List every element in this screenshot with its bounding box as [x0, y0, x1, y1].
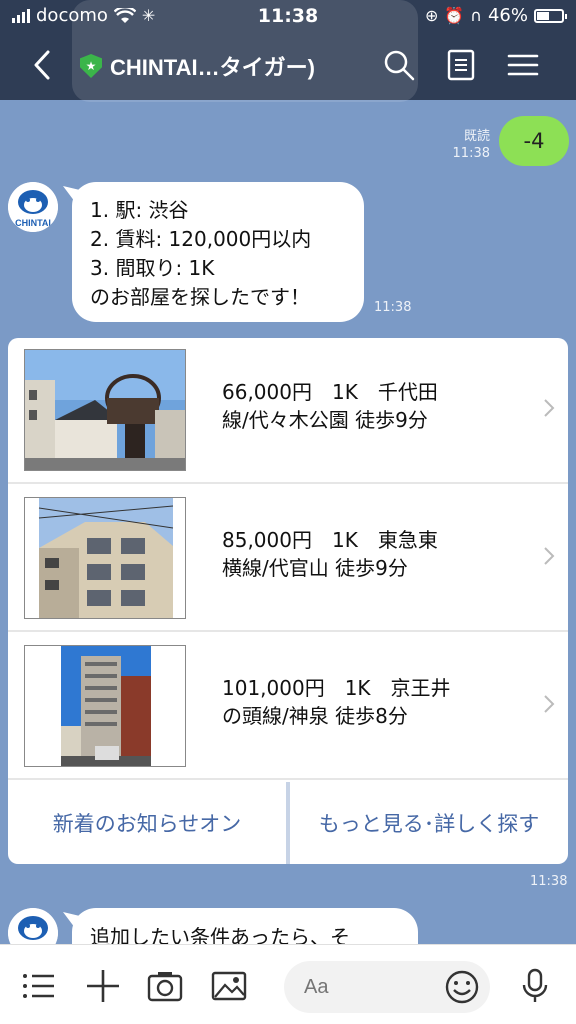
menu-icon[interactable] [506, 48, 540, 82]
notify-on-button[interactable]: 新着のお知らせオン [8, 782, 290, 864]
listing-photo [24, 645, 186, 767]
bot-message-line: 追加したい条件あったら、そ [90, 925, 350, 944]
listing-item[interactable]: 66,000円 1K 千代田 線/代々木公園 徒歩9分 [8, 338, 568, 484]
listing-description-line: 101,000円 1K 京王井 [222, 676, 451, 700]
notes-icon[interactable] [444, 48, 478, 82]
battery-percent: 46% [487, 5, 528, 26]
listing-description: 101,000円 1K 京王井 の頭線/神泉 徒歩8分 [222, 674, 522, 730]
official-account-shield-icon: ★ [80, 54, 102, 78]
see-more-button[interactable]: もっと見る･詳しく探す [290, 782, 568, 864]
battery-icon [534, 8, 567, 23]
microphone-icon[interactable] [516, 967, 554, 1005]
chevron-right-icon [544, 547, 555, 565]
my-message-bubble[interactable]: -4 [499, 116, 569, 166]
listing-description-line: の頭線/神泉 徒歩8分 [222, 704, 408, 728]
listing-actions: 新着のお知らせオン もっと見る･詳しく探す [8, 782, 568, 864]
menu-list-icon[interactable] [20, 967, 58, 1005]
chat-timeline[interactable]: 既読 11:38 -4 CHINTAI 1. 駅: 渋谷 2. 賃料: 120,… [0, 100, 576, 944]
bot-message-line: 2. 賃料: 120,000円以内 [90, 227, 312, 251]
chat-title[interactable]: ★ CHINTAI…タイガー) [80, 50, 315, 82]
camera-icon[interactable] [146, 967, 184, 1005]
chevron-right-icon [544, 695, 555, 713]
bot-message-bubble[interactable]: 追加したい条件あったら、そ [72, 908, 418, 944]
emoji-icon[interactable] [444, 969, 480, 1005]
listing-card: 66,000円 1K 千代田 線/代々木公園 徒歩9分 85,000円 1K 東… [8, 338, 568, 864]
listing-description-line: 85,000円 1K 東急東 [222, 528, 438, 552]
input-bar [0, 944, 576, 1024]
back-button[interactable] [28, 48, 58, 82]
battery-level [537, 11, 549, 20]
nav-bar: ★ CHINTAI…タイガー) [0, 40, 576, 90]
listing-description-line: 横線/代官山 徒歩9分 [222, 556, 408, 580]
listing-description-line: 66,000円 1K 千代田 [222, 380, 438, 404]
alarm-icon: ⏰ [444, 6, 465, 25]
bot-avatar[interactable]: CHINTAI [8, 908, 58, 944]
image-icon[interactable] [210, 967, 248, 1005]
status-bar: docomo ✳ 11:38 ⊕ ⏰ ∩ 46% [0, 0, 576, 34]
bot-avatar[interactable]: CHINTAI [8, 182, 58, 232]
plus-icon[interactable] [84, 967, 122, 1005]
listing-item[interactable]: 85,000円 1K 東急東 横線/代官山 徒歩9分 [8, 486, 568, 632]
listing-description-line: 線/代々木公園 徒歩9分 [222, 408, 428, 432]
chat-title-text: CHINTAI…タイガー) [110, 55, 315, 80]
top-bar: docomo ✳ 11:38 ⊕ ⏰ ∩ 46% ★ CHINTAI…タイガー) [0, 0, 576, 102]
svg-text:CHINTAI: CHINTAI [15, 218, 51, 228]
listing-description: 85,000円 1K 東急東 横線/代官山 徒歩9分 [222, 526, 522, 582]
message-meta: 既読 11:38 [453, 128, 490, 162]
bot-message-bubble[interactable]: 1. 駅: 渋谷 2. 賃料: 120,000円以内 3. 間取り: 1K のお… [72, 182, 364, 322]
bot-message-time: 11:38 [374, 300, 412, 315]
listing-item[interactable]: 101,000円 1K 京王井 の頭線/神泉 徒歩8分 [8, 634, 568, 780]
bot-message-line: のお部屋を探したです！ [90, 285, 310, 309]
carousel-time: 11:38 [530, 874, 568, 889]
message-time: 11:38 [452, 146, 490, 161]
bot-message-line: 1. 駅: 渋谷 [90, 198, 189, 222]
tiger-logo-icon: CHINTAI [8, 182, 58, 232]
chevron-right-icon [544, 399, 555, 417]
tiger-logo-icon: CHINTAI [8, 908, 58, 944]
listing-photo [24, 349, 186, 471]
search-icon[interactable] [382, 48, 416, 82]
listing-description: 66,000円 1K 千代田 線/代々木公園 徒歩9分 [222, 378, 522, 434]
orientation-lock-icon: ⊕ [424, 6, 439, 25]
read-receipt: 既読 [463, 129, 490, 144]
headphones-icon: ∩ [470, 6, 482, 25]
bot-message-line: 3. 間取り: 1K [90, 256, 215, 280]
listing-photo [24, 497, 186, 619]
